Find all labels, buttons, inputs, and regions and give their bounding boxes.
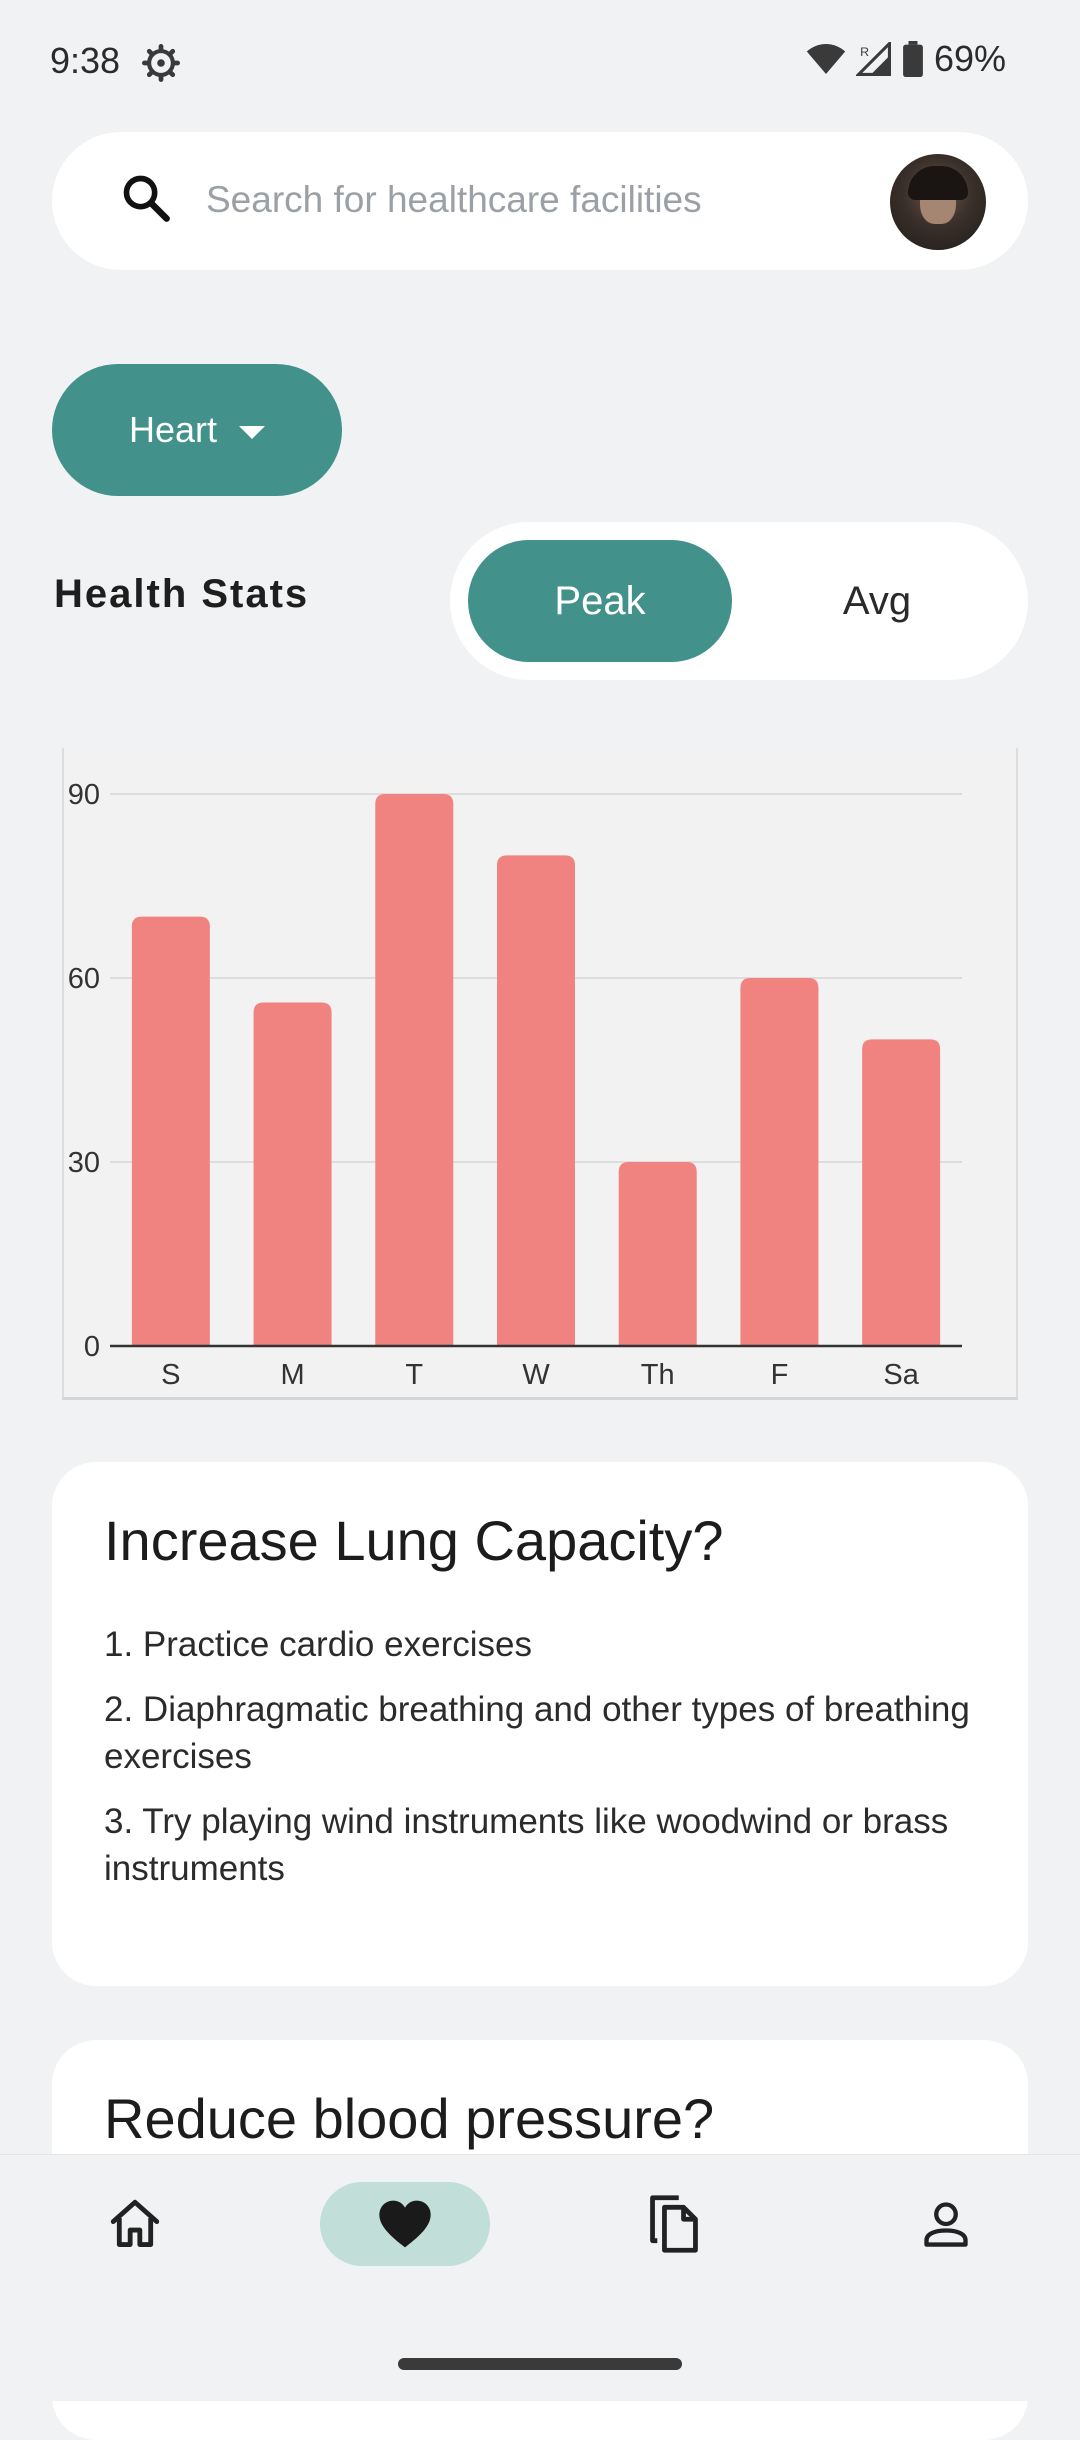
- bar-F[interactable]: [740, 978, 819, 1346]
- signal-icon: R: [855, 42, 891, 76]
- search-icon[interactable]: [120, 172, 172, 224]
- tip-card-lung-capacity[interactable]: Increase Lung Capacity? 1. Practice card…: [52, 1462, 1028, 1986]
- x-tick-label: F: [771, 1359, 789, 1391]
- list-item: 3. Try playing wind instruments like woo…: [104, 1802, 949, 1888]
- x-tick-label: S: [161, 1359, 180, 1391]
- y-tick-label: 60: [68, 963, 100, 995]
- y-tick-label: 30: [68, 1147, 100, 1179]
- y-tick-label: 90: [68, 779, 100, 811]
- svg-text:R: R: [860, 45, 869, 59]
- category-dropdown[interactable]: Heart: [52, 364, 342, 496]
- card-title: Increase Lung Capacity?: [104, 1509, 724, 1572]
- toggle-peak-button[interactable]: Peak: [468, 540, 732, 662]
- battery-percent: 69%: [933, 38, 1006, 79]
- profile-icon: [924, 2202, 968, 2247]
- x-tick-label: W: [522, 1359, 550, 1391]
- bar-T[interactable]: [375, 794, 454, 1346]
- category-label: Heart: [128, 409, 218, 450]
- x-tick-label: Th: [641, 1359, 675, 1391]
- home-icon: [110, 2199, 160, 2247]
- bar-W[interactable]: [497, 855, 575, 1346]
- status-bar: 9:38 R 69%: [0, 0, 1080, 120]
- heart-icon: [379, 2200, 431, 2248]
- bar-M[interactable]: [253, 1002, 332, 1346]
- nav-health[interactable]: [320, 2182, 490, 2266]
- nav-documents[interactable]: [634, 2184, 714, 2264]
- toggle-avg-button[interactable]: Avg: [742, 540, 1012, 662]
- list-item: 2. Diaphragmatic breathing and other typ…: [104, 1690, 970, 1776]
- chevron-down-icon: [239, 425, 266, 439]
- status-indicators: R 69%: [806, 38, 1006, 80]
- status-time: 9:38: [50, 40, 121, 81]
- documents-icon: [650, 2195, 698, 2253]
- bar-S[interactable]: [131, 916, 210, 1346]
- list-item: 1. Practice cardio exercises: [104, 1625, 532, 1664]
- battery-icon: [903, 41, 923, 77]
- bar-Th[interactable]: [618, 1162, 697, 1346]
- x-tick-label: Sa: [883, 1359, 919, 1391]
- section-title: Health Stats: [54, 572, 310, 616]
- bar-chart: 0 30 60 90 S M T W Th F Sa: [68, 779, 962, 1391]
- card-title: Reduce blood pressure?: [104, 2087, 715, 2150]
- x-tick-label: M: [280, 1359, 304, 1391]
- nav-profile[interactable]: [906, 2184, 986, 2264]
- gear-icon: [142, 44, 180, 82]
- bar-Sa[interactable]: [862, 1039, 941, 1346]
- home-indicator[interactable]: [398, 2358, 682, 2370]
- x-tick-label: T: [405, 1359, 423, 1391]
- search-input[interactable]: [204, 160, 848, 240]
- y-tick-label: 0: [84, 1331, 100, 1363]
- nav-home[interactable]: [95, 2184, 175, 2264]
- avatar[interactable]: [890, 154, 986, 250]
- avatar-hair: [908, 166, 968, 200]
- wifi-icon: [806, 44, 846, 74]
